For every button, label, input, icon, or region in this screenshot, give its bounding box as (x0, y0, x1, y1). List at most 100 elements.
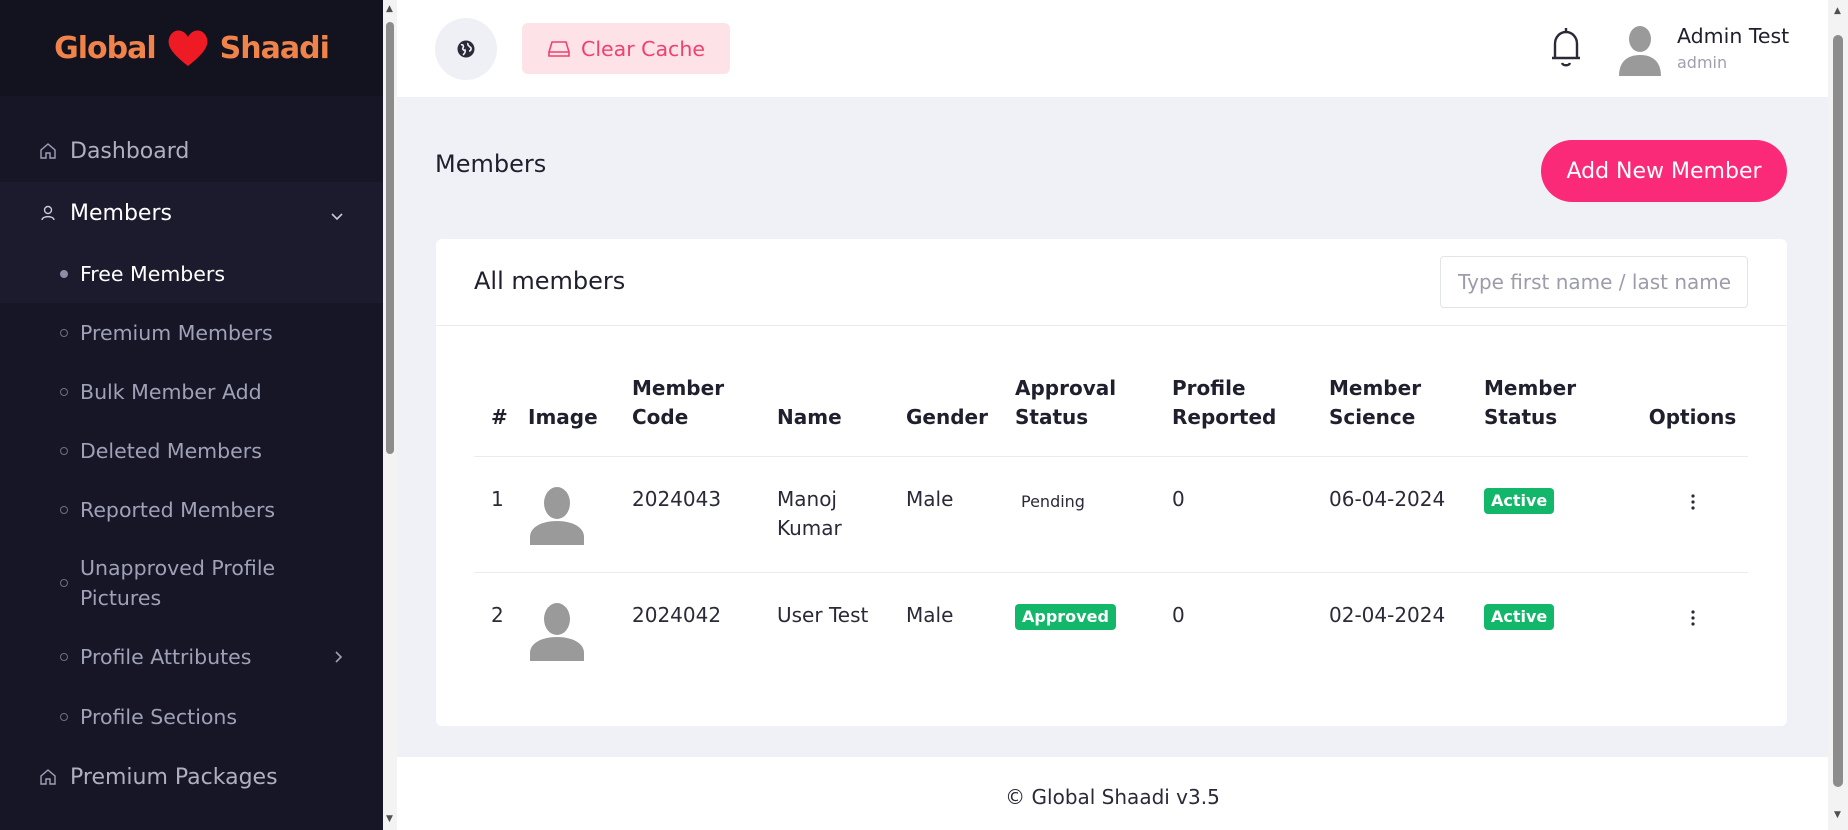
sidebar-subitem-label: Bulk Member Add (80, 379, 262, 404)
cell-member-code: 2024042 (632, 603, 722, 627)
cell-image (528, 573, 632, 689)
sidebar-item-dashboard[interactable]: Dashboard (0, 120, 383, 182)
card-title: All members (474, 267, 626, 295)
bullet-dot-icon (60, 269, 68, 278)
sidebar-subitem-label: Free Members (80, 261, 226, 286)
cell-num: 1 (491, 487, 504, 511)
member-status-badge: Active (1484, 604, 1555, 630)
globe-icon (457, 40, 475, 58)
col-header-profile-reported[interactable]: Profile Reported (1172, 374, 1329, 457)
more-options-icon[interactable] (1690, 490, 1696, 519)
card-header: All members (436, 239, 1787, 326)
member-search-input[interactable] (1440, 256, 1748, 308)
members-table: # Image Member Code Name Gender Approval… (474, 374, 1748, 689)
members-submenu: Free Members Premium Members Bulk Member… (0, 244, 383, 746)
sidebar-subitem-profile-sections[interactable]: Profile Sections (0, 687, 383, 746)
chevron-down-icon (329, 205, 345, 221)
cell-name: User Test (777, 603, 869, 627)
sidebar-scrollbar[interactable]: ▲ ▼ (383, 0, 397, 830)
heart-icon (168, 30, 208, 66)
cell-profile-reported: 0 (1172, 603, 1185, 627)
approval-status-badge: Approved (1015, 604, 1116, 630)
user-name[interactable]: Admin Test (1677, 24, 1789, 48)
bullet-circle-icon (60, 653, 68, 661)
sidebar-subitem-label: Premium Members (80, 320, 273, 345)
col-header-options: Options (1648, 405, 1737, 429)
sidebar-item-label: Premium Packages (70, 764, 278, 790)
scroll-down-arrow-icon[interactable]: ▼ (386, 814, 393, 824)
sidebar-subitem-deleted-members[interactable]: Deleted Members (0, 421, 383, 480)
add-new-member-button[interactable]: Add New Member (1541, 140, 1787, 202)
member-avatar[interactable] (528, 483, 586, 545)
member-status-badge: Active (1484, 488, 1555, 514)
top-bar: Clear Cache Admin Test admin (397, 0, 1828, 97)
col-header-member-code[interactable]: Member Code (632, 374, 777, 457)
scroll-down-arrow-icon[interactable]: ▼ (1834, 810, 1841, 820)
col-header-member-science[interactable]: Member Science (1329, 374, 1484, 457)
cell-member-status: Active (1484, 457, 1637, 573)
sidebar-subitem-free-members[interactable]: Free Members (0, 244, 383, 303)
sidebar-subitem-premium-members[interactable]: Premium Members (0, 303, 383, 362)
home-icon (38, 767, 58, 787)
cell-num: 2 (491, 603, 504, 627)
sidebar-subitem-unapproved-profile-pictures[interactable]: Unapproved Profile Pictures (0, 539, 383, 627)
col-header-approval-status[interactable]: Approval Status (1015, 374, 1172, 457)
footer: © Global Shaadi v3.5 (397, 757, 1828, 830)
sidebar-subitem-profile-attributes[interactable]: Profile Attributes (0, 627, 383, 687)
sidebar-item-label: Dashboard (70, 138, 190, 164)
cell-name: Manoj Kumar (777, 487, 842, 540)
sidebar-item-premium-packages[interactable]: Premium Packages (0, 746, 383, 808)
sidebar-nav: Dashboard Members Free Members Premium M… (0, 96, 383, 808)
sidebar-subitem-bulk-member-add[interactable]: Bulk Member Add (0, 362, 383, 421)
col-header-image[interactable]: Image (528, 374, 632, 457)
table-row: 2 2024042 User Test Male Approved 0 02-0… (474, 572, 1748, 689)
member-avatar[interactable] (528, 599, 586, 661)
cell-member-science: 06-04-2024 (1329, 487, 1446, 511)
bullet-circle-icon (60, 712, 68, 721)
page-scrollbar[interactable]: ▲ ▼ (1828, 0, 1848, 830)
user-role: admin (1677, 53, 1728, 72)
sidebar-subitem-label: Deleted Members (80, 438, 262, 463)
sidebar-scroll-thumb[interactable] (386, 22, 394, 454)
home-icon (38, 141, 58, 161)
language-globe-button[interactable] (435, 18, 497, 80)
cell-gender: Male (906, 487, 954, 511)
sidebar-subitem-label: Unapproved Profile Pictures (80, 556, 276, 610)
user-icon (38, 203, 58, 223)
col-header-gender[interactable]: Gender (906, 374, 1015, 457)
bullet-circle-icon (60, 579, 68, 587)
bullet-circle-icon (60, 505, 68, 514)
col-header-member-status[interactable]: Member Status (1484, 374, 1637, 457)
cell-member-status: Active (1484, 573, 1637, 689)
scroll-up-arrow-icon[interactable]: ▲ (1834, 6, 1841, 16)
notification-bell-icon[interactable] (1549, 24, 1583, 72)
sidebar: Global Shaadi Dashboard Members Free Mem (0, 0, 383, 830)
chevron-right-icon (331, 642, 345, 672)
cell-image (528, 457, 632, 573)
cell-profile-reported: 0 (1172, 487, 1185, 511)
scroll-up-arrow-icon[interactable]: ▲ (386, 4, 393, 14)
approval-status-badge: Pending (1021, 492, 1085, 511)
page-title: Members (435, 150, 547, 178)
logo-word-right: Shaadi (219, 30, 330, 66)
members-card: All members # Image Member Code Name Gen… (436, 239, 1787, 726)
cell-member-code: 2024043 (632, 487, 722, 511)
brand-logo[interactable]: Global Shaadi (0, 0, 383, 96)
cell-approval-status: Pending (1015, 457, 1172, 573)
bullet-circle-icon (60, 328, 68, 337)
col-header-num[interactable]: # (474, 374, 528, 457)
sidebar-item-members[interactable]: Members (0, 182, 383, 244)
user-avatar[interactable] (1615, 22, 1665, 76)
bullet-circle-icon (60, 446, 68, 455)
clear-cache-button[interactable]: Clear Cache (522, 23, 730, 74)
cell-options (1637, 573, 1748, 689)
col-header-name[interactable]: Name (777, 374, 906, 457)
more-options-icon[interactable] (1690, 606, 1696, 635)
sidebar-subitem-label: Profile Sections (80, 704, 238, 729)
logo-word-left: Global (54, 30, 157, 66)
sidebar-subitem-label: Profile Attributes (80, 645, 252, 669)
sidebar-subitem-reported-members[interactable]: Reported Members (0, 480, 383, 539)
page-scroll-thumb[interactable] (1833, 35, 1843, 787)
cell-gender: Male (906, 603, 954, 627)
cell-member-science: 02-04-2024 (1329, 603, 1446, 627)
